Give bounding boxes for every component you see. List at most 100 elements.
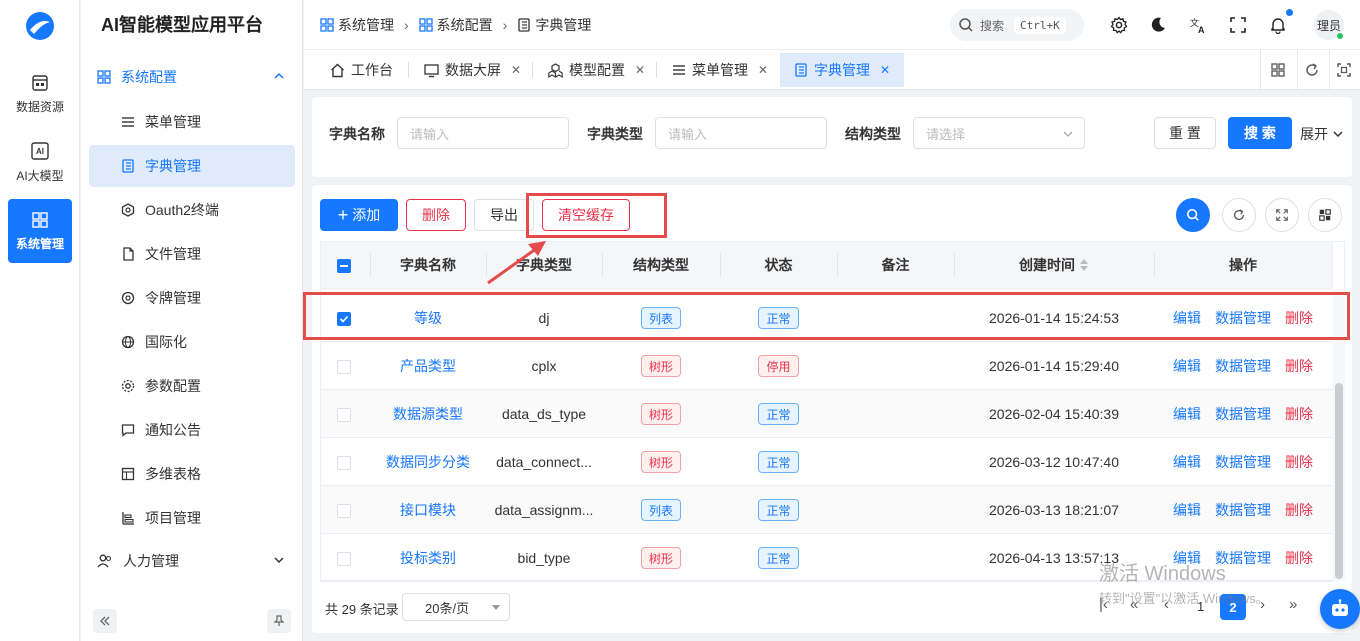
tab-data-screen[interactable]: 数据大屏 ✕ (416, 53, 529, 87)
rail-item-data-resource[interactable]: 数据资源 (8, 62, 72, 126)
chatbot-button[interactable] (1320, 589, 1360, 629)
row-checkbox[interactable] (337, 408, 351, 422)
sidebar-item-notice[interactable]: 通知公告 (89, 409, 295, 451)
col-created-time[interactable]: 创建时间 (954, 241, 1154, 289)
table-row[interactable]: 产品类型 cplx 树形 停用 2026-01-14 15:29:40 编辑 数… (320, 342, 1333, 390)
fullscreen-table-button[interactable] (1265, 198, 1299, 232)
monitor-icon (424, 63, 439, 78)
delete-link[interactable]: 删除 (1285, 404, 1313, 424)
search-button[interactable]: 搜 索 (1228, 117, 1292, 149)
pin-sidebar-button[interactable] (267, 609, 291, 633)
page-size-select[interactable]: 20条/页 (402, 593, 510, 621)
dict-name-link[interactable]: 等级 (414, 308, 442, 328)
close-icon[interactable]: ✕ (758, 63, 768, 77)
export-button[interactable]: 导出 (474, 199, 534, 231)
close-icon[interactable]: ✕ (635, 63, 645, 77)
collapse-sidebar-button[interactable] (93, 609, 117, 633)
edit-link[interactable]: 编辑 (1173, 404, 1201, 424)
dict-name-link[interactable]: 投标类别 (400, 548, 456, 568)
select-all-checkbox[interactable] (337, 259, 351, 273)
dict-type-input[interactable]: 请输入 (655, 117, 827, 149)
data-manage-link[interactable]: 数据管理 (1215, 500, 1271, 520)
global-search[interactable]: 搜索 Ctrl+K (950, 9, 1084, 41)
dict-name-link[interactable]: 数据同步分类 (386, 452, 470, 472)
home-icon (330, 63, 345, 78)
fullscreen-icon[interactable] (1227, 14, 1249, 36)
dict-name-link[interactable]: 数据源类型 (393, 404, 463, 424)
rail-item-ai-model[interactable]: AI AI大模型 (8, 130, 72, 194)
sidebar-item-project[interactable]: 项目管理 (89, 497, 295, 539)
menu-group-system-config[interactable]: 系统配置 (89, 57, 295, 97)
sidebar-item-i18n[interactable]: 国际化 (89, 321, 295, 363)
placeholder: 请选择 (926, 126, 966, 142)
delete-link[interactable]: 删除 (1285, 308, 1313, 328)
sidebar-item-token[interactable]: 令牌管理 (89, 277, 295, 319)
chevron-down-icon (1062, 128, 1074, 140)
refresh-table-button[interactable] (1222, 198, 1256, 232)
delete-link[interactable]: 删除 (1285, 548, 1313, 568)
layout-grid-icon[interactable] (1268, 60, 1288, 80)
sidebar-item-multi-table[interactable]: 多维表格 (89, 453, 295, 495)
tab-dictionary[interactable]: 字典管理 ✕ (780, 53, 905, 87)
breadcrumb-item[interactable]: 系统配置 (437, 15, 493, 35)
tab-workbench[interactable]: 工作台 (322, 53, 401, 87)
breadcrumb-separator: › (502, 17, 508, 33)
breadcrumb-item[interactable]: 系统管理 (338, 15, 394, 35)
bell-icon[interactable] (1267, 14, 1289, 36)
edit-link[interactable]: 编辑 (1173, 500, 1201, 520)
close-icon[interactable]: ✕ (880, 63, 890, 77)
row-checkbox[interactable] (337, 504, 351, 518)
dict-name-input[interactable]: 请输入 (397, 117, 569, 149)
row-checkbox[interactable] (337, 312, 351, 326)
data-manage-link[interactable]: 数据管理 (1215, 452, 1271, 472)
reset-button[interactable]: 重 置 (1154, 117, 1216, 149)
file-icon (121, 247, 135, 261)
rail-item-system[interactable]: 系统管理 (8, 199, 72, 263)
edit-link[interactable]: 编辑 (1173, 356, 1201, 376)
delete-link[interactable]: 删除 (1285, 452, 1313, 472)
tab-menu-management[interactable]: 菜单管理 ✕ (664, 53, 776, 87)
sidebar-item-label: Oauth2终端 (145, 202, 219, 218)
rail-label: 数据资源 (15, 99, 64, 114)
edit-link[interactable]: 编辑 (1173, 308, 1201, 328)
moon-icon[interactable] (1147, 14, 1169, 36)
delete-button[interactable]: 删除 (406, 199, 466, 231)
settings-icon[interactable] (1108, 14, 1130, 36)
translate-icon[interactable]: 文A (1187, 14, 1209, 36)
delete-link[interactable]: 删除 (1285, 356, 1313, 376)
maximize-icon[interactable] (1334, 60, 1354, 80)
table-row[interactable]: 等级 dj 列表 正常 2026-01-14 15:24:53 编辑 数据管理 … (320, 294, 1333, 342)
close-icon[interactable]: ✕ (511, 63, 521, 77)
table-row[interactable]: 数据同步分类 data_connect... 树形 正常 2026-03-12 … (320, 438, 1333, 486)
sidebar-item-menu-management[interactable]: 菜单管理 (89, 101, 295, 143)
next-group-button[interactable]: » (1289, 596, 1297, 613)
data-manage-link[interactable]: 数据管理 (1215, 356, 1271, 376)
col-divider (602, 253, 603, 277)
table-row[interactable]: 接口模块 data_assignm... 列表 正常 2026-03-13 18… (320, 486, 1333, 534)
sidebar-item-oauth2[interactable]: Oauth2终端 (89, 189, 295, 231)
struct-type-select[interactable]: 请选择 (913, 117, 1085, 149)
expand-toggle[interactable]: 展开 (1300, 124, 1344, 144)
dict-name-link[interactable]: 接口模块 (400, 500, 456, 520)
toggle-search-button[interactable] (1176, 198, 1210, 232)
column-settings-button[interactable] (1308, 198, 1342, 232)
data-manage-link[interactable]: 数据管理 (1215, 308, 1271, 328)
menu-group-hr[interactable]: 人力管理 (89, 541, 295, 581)
refresh-icon[interactable] (1302, 60, 1322, 80)
edit-link[interactable]: 编辑 (1173, 452, 1201, 472)
table-row[interactable]: 数据源类型 data_ds_type 树形 正常 2026-02-04 15:4… (320, 390, 1333, 438)
row-checkbox[interactable] (337, 360, 351, 374)
data-manage-link[interactable]: 数据管理 (1215, 404, 1271, 424)
sidebar-item-file[interactable]: 文件管理 (89, 233, 295, 275)
dict-name-link[interactable]: 产品类型 (400, 356, 456, 376)
sidebar-item-dictionary[interactable]: 字典管理 (89, 145, 295, 187)
sidebar-item-params[interactable]: 参数配置 (89, 365, 295, 407)
delete-link[interactable]: 删除 (1285, 500, 1313, 520)
row-checkbox[interactable] (337, 552, 351, 566)
refresh-icon (1232, 208, 1246, 222)
tab-model-config[interactable]: 模型配置 ✕ (540, 53, 653, 87)
clear-cache-button[interactable]: 清空缓存 (542, 199, 630, 231)
table-scrollbar-thumb[interactable] (1335, 383, 1343, 579)
row-checkbox[interactable] (337, 456, 351, 470)
add-button[interactable]: + 添加 (320, 199, 398, 231)
